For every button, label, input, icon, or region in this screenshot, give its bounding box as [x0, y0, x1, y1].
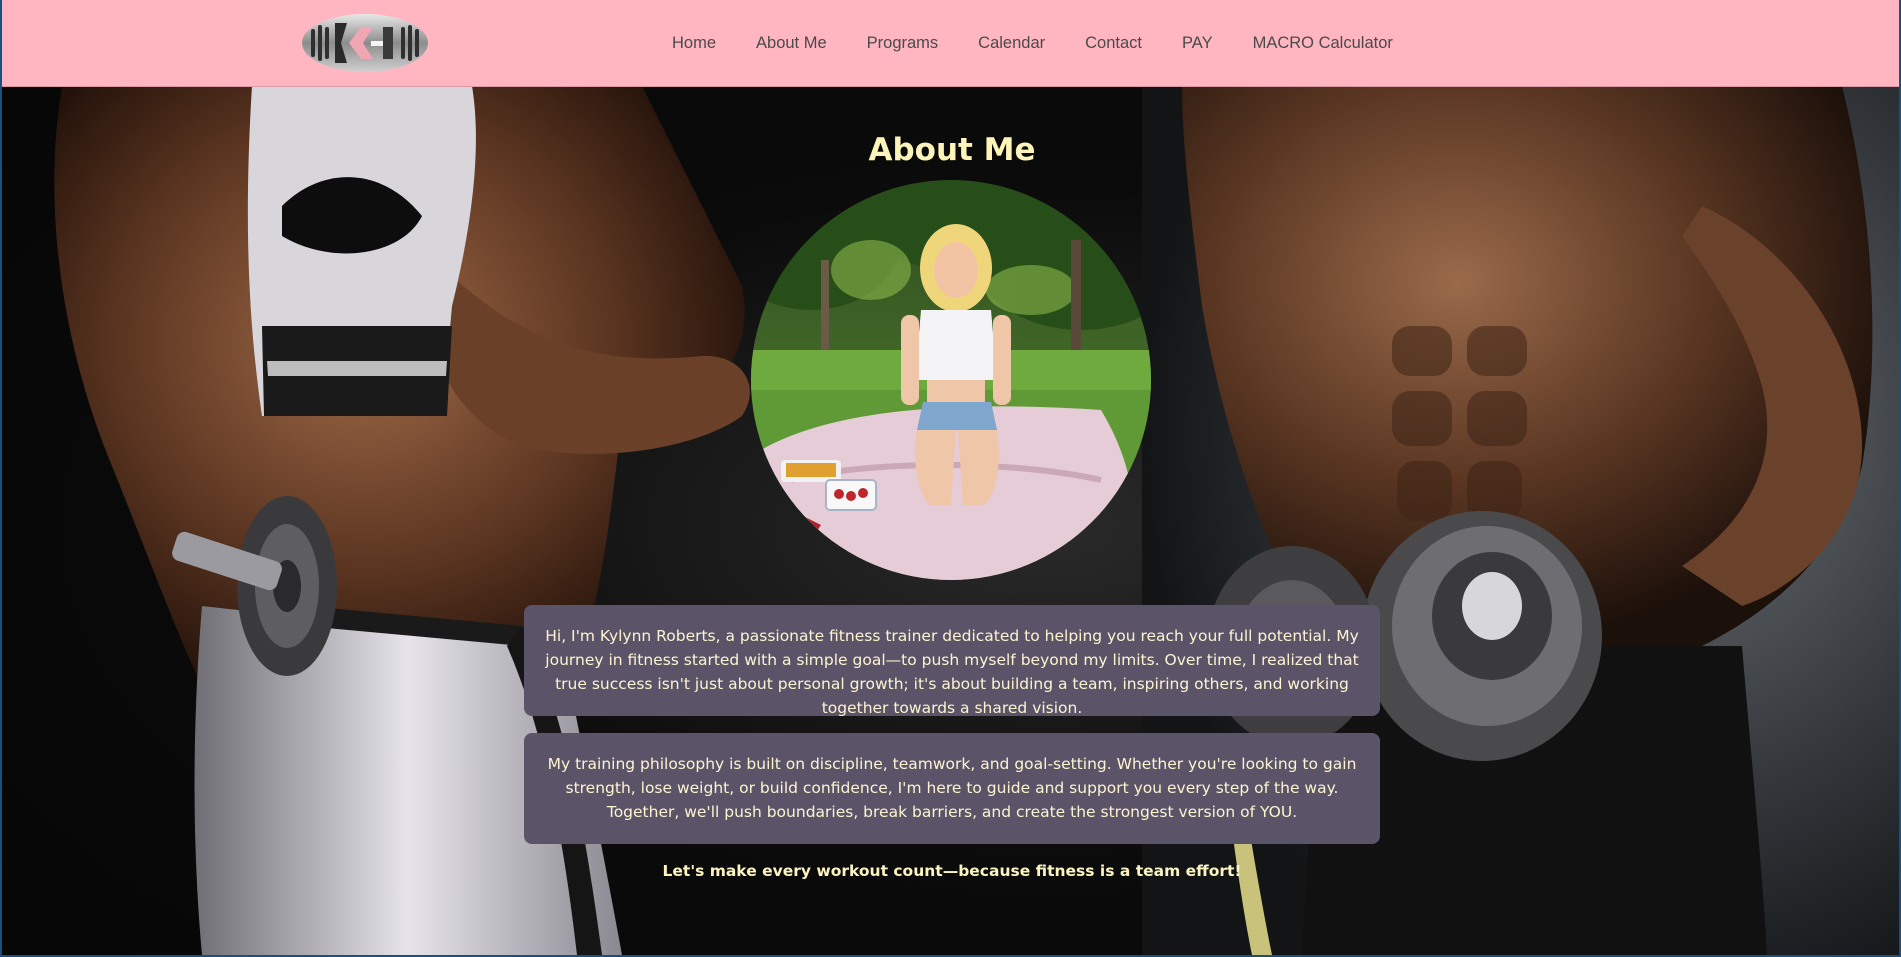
nav-item-pay[interactable]: PAY: [1182, 34, 1213, 53]
header: Home About Me Programs Calendar Contact …: [2, 0, 1899, 87]
nav-item-contact[interactable]: Contact: [1085, 34, 1142, 53]
page: Home About Me Programs Calendar Contact …: [2, 0, 1899, 955]
nav-item-programs[interactable]: Programs: [867, 34, 939, 53]
philosophy-paragraph: My training philosophy is built on disci…: [547, 755, 1357, 821]
nav-item-calendar[interactable]: Calendar: [978, 34, 1045, 53]
nav-item-about-me[interactable]: About Me: [756, 34, 827, 53]
nav-item-home[interactable]: Home: [672, 34, 716, 53]
intro-paragraph: Hi, I'm Kylynn Roberts, a passionate fit…: [545, 627, 1359, 717]
philosophy-card: My training philosophy is built on disci…: [524, 733, 1380, 844]
nav-item-macro-calculator[interactable]: MACRO Calculator: [1253, 34, 1393, 53]
profile-photo: [751, 180, 1151, 580]
page-title: About Me: [868, 132, 1036, 168]
main-nav: Home About Me Programs Calendar Contact …: [652, 0, 1413, 86]
kr-logo-icon[interactable]: [301, 13, 429, 73]
intro-card: Hi, I'm Kylynn Roberts, a passionate fit…: [524, 605, 1380, 717]
tagline: Let's make every workout count—because f…: [662, 862, 1242, 880]
